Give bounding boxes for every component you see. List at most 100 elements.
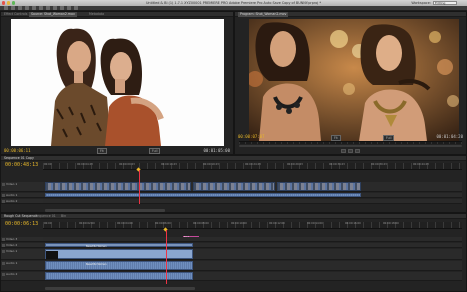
timeline-upper: Sequence 01 Copy 00:00:48:13 00:00 00:00… (0, 155, 467, 213)
source-fit-label: Fit (97, 148, 107, 154)
tick: 00:00 (44, 163, 52, 166)
tick: 00:00:04:23 (77, 163, 93, 166)
tick: 00:00:09:23 (119, 163, 135, 166)
track-header-video-1[interactable]: Video 1 (1, 249, 43, 260)
audio-clip[interactable] (45, 272, 193, 280)
track-name: Audio 2 (6, 199, 18, 203)
tab-bin[interactable]: Bin (61, 214, 66, 219)
track-video-1 (43, 182, 462, 192)
track-name: Audio 1 (6, 193, 18, 197)
track-name: Video 3 (6, 237, 18, 241)
ripple-edit-tool-icon[interactable] (18, 6, 22, 10)
video-clip[interactable] (45, 182, 191, 191)
tab-metadata[interactable]: Metadata (89, 12, 104, 17)
program-scrubber[interactable] (239, 145, 462, 147)
speaker-icon[interactable] (2, 262, 5, 265)
tick: 00:00:34:23 (329, 163, 345, 166)
track-header-audio-1[interactable]: Audio 1 (1, 193, 43, 198)
eye-icon[interactable] (2, 250, 5, 253)
clip-label: Beautiful Women (86, 262, 107, 266)
razor-tool-icon[interactable] (39, 6, 43, 10)
play-icon[interactable] (348, 148, 353, 153)
selection-tool-icon[interactable] (4, 6, 8, 10)
tick: 00:00:06:00 (155, 222, 171, 225)
speaker-icon[interactable] (2, 194, 5, 197)
program-timecode-duration: 00:01:04:20 (436, 134, 464, 139)
track-audio-1 (43, 193, 462, 198)
video-clip[interactable] (45, 249, 193, 259)
eye-icon[interactable] (2, 183, 5, 186)
speaker-icon[interactable] (2, 273, 5, 276)
lower-time-ruler[interactable]: 00:00 00:00:02:00 00:00:04:00 00:00:06:0… (43, 222, 462, 229)
upper-timeline-timecode[interactable]: 00:00:48:13 (5, 162, 38, 168)
source-fit-select[interactable]: Fit (97, 148, 107, 154)
zoom-tool-icon[interactable] (74, 6, 78, 10)
source-timecode-duration: 00:01:05:00 (203, 148, 231, 153)
track-header-audio-2[interactable]: Audio 2 (1, 272, 43, 281)
slip-tool-icon[interactable] (46, 6, 50, 10)
lower-timeline-timecode[interactable]: 00:00:06:13 (5, 221, 38, 227)
tick: 00:00:02:00 (79, 222, 95, 225)
program-transport-controls (235, 148, 466, 153)
speaker-icon[interactable] (2, 200, 5, 203)
program-monitor: Program: Shot_Woman2.mov 00:00:07:07 Fit… (234, 11, 467, 155)
tick: 00:00:04:00 (117, 222, 133, 225)
rate-stretch-tool-icon[interactable] (32, 6, 36, 10)
program-time-ruler[interactable] (239, 141, 462, 144)
eye-icon[interactable] (2, 238, 5, 241)
track-header-video-1[interactable]: Video 1 (1, 182, 43, 192)
track-header-audio-1[interactable]: Audio 1 (1, 261, 43, 271)
tick: 00:00:12:00 (269, 222, 285, 225)
tick: 00:00:16:00 (345, 222, 361, 225)
clip-label: Beautiful Women (86, 244, 107, 248)
upper-playhead-line (139, 170, 140, 204)
track-name: Video 2 (6, 243, 18, 247)
program-timecode-in[interactable]: 00:00:07:07 (238, 134, 265, 139)
two-models-image (51, 28, 164, 146)
track-header-video-3[interactable]: Video 3 (1, 237, 43, 242)
tick: 00:00:14:00 (307, 222, 323, 225)
tab-program[interactable]: Program: Shot_Woman2.mov (238, 12, 289, 17)
source-quality-select[interactable]: Full (149, 148, 161, 154)
eye-icon[interactable] (2, 244, 5, 247)
track-header-video-2[interactable]: Video 2 (1, 243, 43, 248)
video-clip[interactable] (277, 182, 361, 191)
tick: 00:00:39:23 (371, 163, 387, 166)
track-audio-1: Beautiful Women (43, 261, 462, 271)
track-name: Video 1 (6, 182, 18, 186)
upper-timeline-tabs: Sequence 01 Copy (1, 156, 466, 161)
tick: 00:00:10:00 (231, 222, 247, 225)
program-video-frame[interactable] (249, 19, 459, 141)
tab-source[interactable]: Source: Shot_Woman2.mov (29, 12, 77, 17)
audio-clip[interactable] (45, 193, 361, 197)
tab-sequence-01[interactable]: Sequence 01 (35, 214, 56, 219)
tab-sequence-01-copy[interactable]: Sequence 01 Copy (4, 156, 34, 161)
lower-timeline-tabs: Rough Cut Sequence Sequence 01 Bin (1, 214, 466, 219)
source-timecode-in[interactable]: 00:00:06:11 (4, 148, 31, 153)
step-back-icon[interactable] (341, 148, 346, 153)
slide-tool-icon[interactable] (53, 6, 57, 10)
audio-clip[interactable]: Beautiful Women (45, 261, 193, 270)
track-header-audio-2[interactable]: Audio 2 (1, 199, 43, 204)
video-clip[interactable] (193, 182, 275, 191)
tick: 00:00 (44, 222, 52, 225)
track-video-1 (43, 249, 462, 260)
hand-tool-icon[interactable] (67, 6, 71, 10)
clip-thumbnail (46, 251, 58, 259)
track-name: Audio 2 (6, 272, 18, 276)
pen-tool-icon[interactable] (60, 6, 64, 10)
lower-timeline-scrollbar[interactable] (45, 287, 195, 290)
rolling-edit-tool-icon[interactable] (25, 6, 29, 10)
upper-time-ruler[interactable]: 00:00 00:00:04:23 00:00:09:23 00:00:14:2… (43, 163, 462, 170)
tab-rough-cut-sequence[interactable]: Rough Cut Sequence (4, 214, 37, 219)
track-select-tool-icon[interactable] (11, 6, 15, 10)
upper-timeline-scrollbar[interactable] (45, 209, 165, 212)
step-forward-icon[interactable] (355, 148, 360, 153)
tab-effect-controls[interactable]: Effect Controls (4, 12, 27, 17)
title-clip[interactable]: Beautiful Women (45, 243, 193, 248)
track-name: Video 1 (6, 249, 18, 253)
track-audio-2 (43, 199, 462, 204)
workspace-select[interactable]: Editing (CS5.5) (433, 1, 457, 8)
source-video-frame[interactable] (11, 19, 224, 146)
lower-playhead-line (166, 230, 167, 284)
